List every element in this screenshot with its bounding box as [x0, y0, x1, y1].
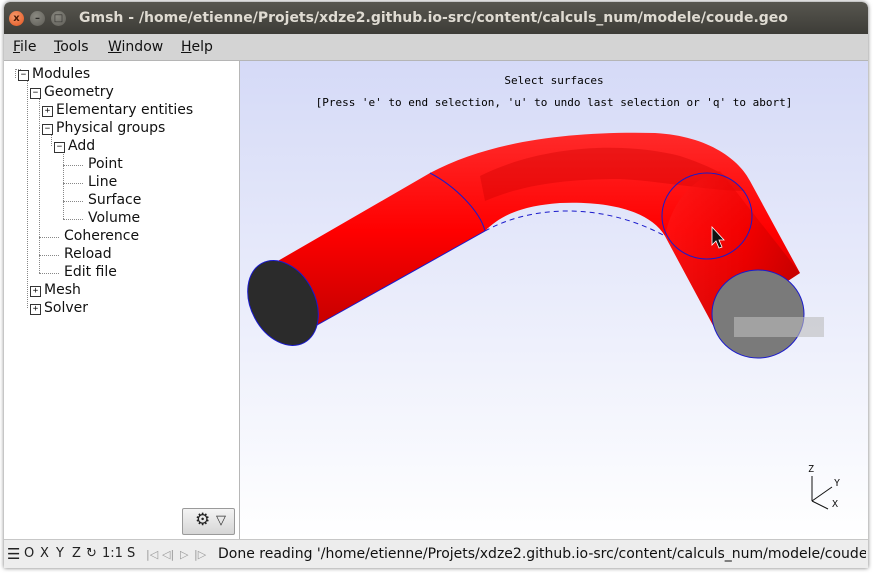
cap-highlight [734, 317, 824, 337]
collapse-toggle-icon[interactable]: − [18, 70, 29, 81]
scale-reset-button[interactable]: 1:1 [102, 546, 123, 561]
tree-label-geometry: Geometry [44, 84, 114, 100]
axis-label-x: X [832, 499, 838, 510]
play-icon[interactable]: ▷ [180, 548, 188, 561]
tree-connector [15, 69, 16, 78]
collapse-toggle-icon[interactable]: − [42, 124, 53, 135]
tree-label-solver: Solver [44, 300, 88, 316]
axis-label-y: Y [834, 478, 840, 489]
tree-connector [39, 96, 40, 128]
minimize-window-button[interactable]: – [30, 11, 45, 26]
tree-label-point: Point [88, 156, 123, 172]
tree-label-add: Add [68, 138, 96, 154]
dropdown-arrow-icon: ▽ [216, 513, 226, 528]
tree-label-edit-file: Edit file [64, 264, 117, 280]
close-window-button[interactable]: x [9, 11, 24, 26]
view-x-button[interactable]: X [40, 546, 49, 561]
tree-connector [63, 183, 83, 184]
collapse-toggle-icon[interactable]: − [30, 88, 41, 99]
menu-window[interactable]: Window [108, 39, 163, 55]
minimize-icon: – [35, 13, 40, 24]
gmsh-window: x – □ Gmsh - /home/etienne/Projets/xdze2… [4, 2, 868, 568]
pipe-end-cap-right[interactable] [711, 269, 805, 359]
menu-window-label: indow [121, 39, 164, 55]
tree-connector [39, 255, 59, 256]
menu-bar: File Tools Window Help [4, 34, 868, 61]
menu-window-mnemonic: W [108, 39, 122, 55]
tree-connector [39, 237, 59, 238]
tree-label-physical-groups: Physical groups [56, 120, 166, 136]
tree-label-elementary-entities: Elementary entities [56, 102, 194, 118]
boundary-line[interactable] [484, 210, 666, 237]
title-bar[interactable]: x – □ Gmsh - /home/etienne/Projets/xdze2… [4, 2, 868, 34]
first-step-icon[interactable]: |◁ [146, 548, 158, 561]
close-icon: x [13, 13, 20, 24]
expand-toggle-icon[interactable]: + [30, 286, 41, 297]
tree-label-volume: Volume [88, 210, 141, 226]
tree-label-reload: Reload [64, 246, 112, 262]
menu-file-mnemonic: F [13, 39, 21, 55]
tree-label-surface: Surface [88, 192, 142, 208]
view-z-button[interactable]: Z [72, 546, 81, 561]
maximize-window-button[interactable]: □ [51, 11, 66, 26]
status-message: Done reading '/home/etienne/Projets/xdze… [218, 546, 866, 562]
gear-icon: ⚙ [195, 510, 211, 530]
axes-triad [811, 476, 833, 510]
tree-connector [63, 165, 83, 166]
expand-toggle-icon[interactable]: + [30, 304, 41, 315]
status-bar: ☰ O X Y Z ↻ 1:1 S |◁ ◁| ▷ |▷ Done readin… [4, 539, 868, 568]
select-mode-button[interactable]: S [127, 546, 135, 561]
previous-step-icon[interactable]: ◁| [162, 548, 174, 561]
maximize-icon: □ [53, 13, 64, 24]
tree-label-coherence: Coherence [64, 228, 140, 244]
options-gear-button[interactable]: ⚙ ▽ [182, 508, 235, 535]
tree-connector [63, 219, 83, 220]
tree-connector [63, 201, 83, 202]
module-tree: − Modules − Geometry + Elementary entiti… [4, 61, 240, 539]
tree-connector [39, 273, 59, 274]
menu-tools[interactable]: Tools [54, 39, 89, 55]
axis-label-z: Z [808, 464, 814, 475]
tree-label-mesh: Mesh [44, 282, 81, 298]
menu-help-label: elp [191, 39, 213, 55]
menu-help[interactable]: Help [181, 39, 213, 55]
rotate-icon[interactable]: ↻ [86, 546, 97, 561]
tree-label-modules: Modules [32, 66, 91, 82]
collapse-toggle-icon[interactable]: − [54, 142, 65, 153]
view-y-button[interactable]: Y [56, 546, 64, 561]
graphics-viewport[interactable]: Select surfaces [Press 'e' to end select… [240, 61, 868, 539]
tree-connector [27, 78, 28, 308]
view-origin-button[interactable]: O [24, 546, 34, 561]
menu-file-label: ile [20, 39, 37, 55]
menu-help-mnemonic: H [181, 39, 192, 55]
tree-connector [63, 150, 64, 219]
tree-label-line: Line [88, 174, 118, 190]
menu-toggle-icon[interactable]: ☰ [7, 545, 20, 563]
tree-connector [39, 128, 40, 273]
geometry-canvas[interactable]: Z Y X [240, 61, 868, 539]
next-step-icon[interactable]: |▷ [194, 548, 206, 561]
menu-tools-label: ools [60, 39, 89, 55]
expand-toggle-icon[interactable]: + [42, 106, 53, 117]
menu-file[interactable]: File [13, 39, 36, 55]
window-title: Gmsh - /home/etienne/Projets/xdze2.githu… [79, 10, 788, 26]
